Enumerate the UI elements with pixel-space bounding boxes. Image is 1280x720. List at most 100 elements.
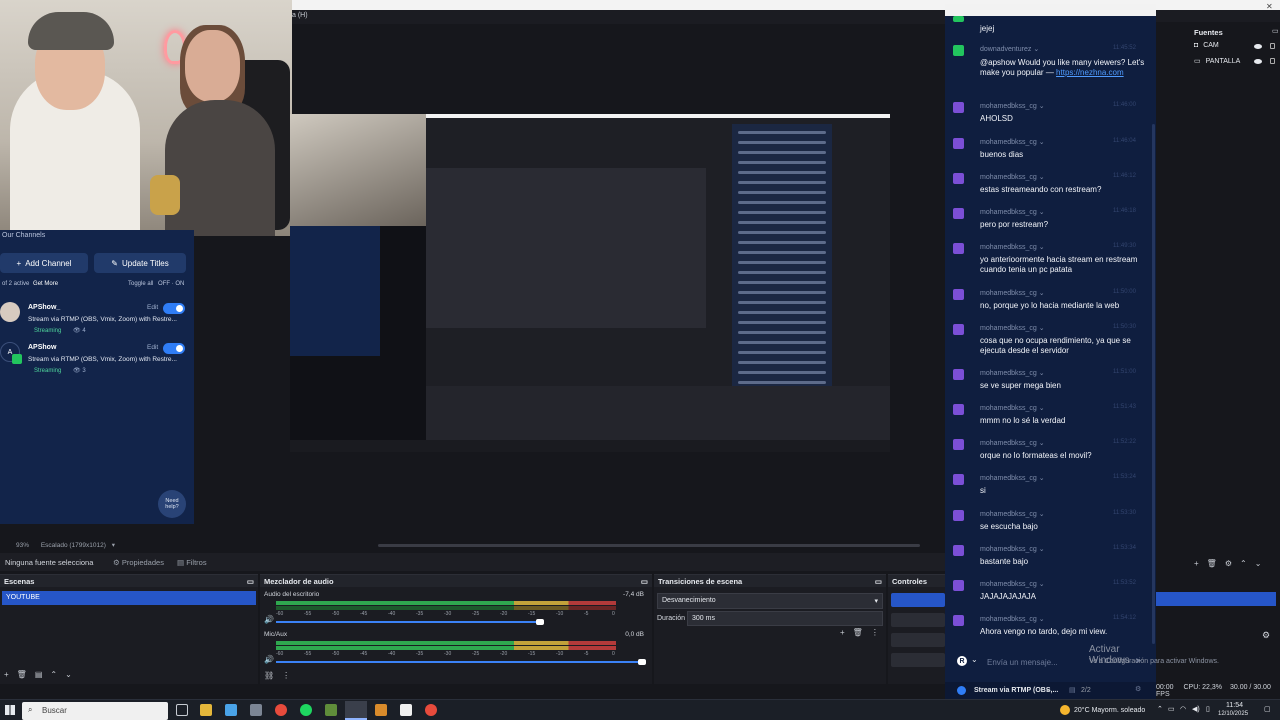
- add-icon[interactable]: +: [4, 670, 9, 679]
- channel-toggle[interactable]: [163, 303, 185, 314]
- calculator-icon[interactable]: [250, 704, 262, 716]
- zoom-label[interactable]: 93%: [16, 542, 29, 549]
- update-titles-button[interactable]: ✎ Update Titles: [94, 253, 186, 273]
- toggle-all[interactable]: Toggle all OFF · ON: [128, 281, 184, 287]
- chevron-up-icon[interactable]: ⌃: [1240, 559, 1247, 568]
- menu-fragment[interactable]: a (H): [292, 12, 308, 19]
- capcut-icon[interactable]: [400, 704, 412, 716]
- app-icon[interactable]: [325, 704, 337, 716]
- virtual-cam-button[interactable]: [891, 633, 945, 647]
- stream-key-button[interactable]: [1156, 592, 1276, 606]
- channel-row[interactable]: A APShow Edit Stream via RTMP (OBS, Vmix…: [0, 342, 194, 380]
- message-user[interactable]: mohamedbkss_cg ⌄: [980, 208, 1045, 216]
- obs-icon[interactable]: [345, 701, 367, 720]
- chat-input[interactable]: Envía un mensaje...: [987, 658, 1058, 667]
- scene-item[interactable]: YOUTUBE: [2, 591, 256, 605]
- record-button[interactable]: [891, 613, 945, 627]
- gear-icon[interactable]: ⚙: [1225, 559, 1232, 568]
- toggle-on[interactable]: ON: [175, 281, 184, 287]
- settings-gear-icon[interactable]: ⚙: [1262, 630, 1270, 641]
- chevron-up-icon[interactable]: ⌃: [50, 670, 57, 679]
- stream-button[interactable]: [891, 593, 945, 607]
- dock-menu-icon[interactable]: ▭: [875, 577, 882, 586]
- channel-toggle[interactable]: [163, 343, 185, 354]
- dock-menu-icon[interactable]: ▭: [1272, 27, 1279, 35]
- dock-menu-icon[interactable]: ▭: [641, 577, 648, 586]
- message-user[interactable]: mohamedbkss_cg ⌄: [980, 615, 1045, 623]
- taskbar-search[interactable]: ⌕ Buscar: [22, 702, 168, 720]
- need-help-button[interactable]: Need help?: [158, 490, 186, 518]
- dock-menu-icon[interactable]: ▭: [247, 577, 254, 586]
- message-user[interactable]: mohamedbkss_cg ⌄: [980, 138, 1045, 146]
- volume-icon[interactable]: 🔊: [264, 615, 274, 624]
- add-icon[interactable]: +: [840, 628, 845, 637]
- message-user[interactable]: mohamedbkss_cg ⌄: [980, 404, 1045, 412]
- weather-text[interactable]: 20°C Mayorm. soleado: [1074, 707, 1145, 714]
- chrome-icon[interactable]: [275, 704, 287, 716]
- chevron-down-icon[interactable]: ▾: [112, 542, 115, 549]
- message-user[interactable]: mohamedbkss_cg ⌄: [980, 545, 1045, 553]
- edit-link[interactable]: Edit: [147, 344, 158, 351]
- duration-input[interactable]: 300 ms: [687, 611, 883, 626]
- source-item[interactable]: ◘ CAM: [1194, 42, 1280, 49]
- spotify-icon[interactable]: [300, 704, 312, 716]
- filters-button[interactable]: ▤ Filtros: [177, 558, 207, 567]
- battery-icon[interactable]: ▯: [1206, 705, 1210, 713]
- lock-icon[interactable]: [1270, 43, 1275, 49]
- volume-icon[interactable]: 🔊: [264, 655, 274, 664]
- wifi-icon[interactable]: ◠: [1180, 705, 1186, 713]
- transition-select[interactable]: Desvanecimiento ▾: [657, 593, 883, 609]
- filter-icon[interactable]: ▤: [35, 670, 43, 679]
- message-user[interactable]: mohamedbkss_cg ⌄: [980, 324, 1045, 332]
- clock-time[interactable]: 11:54: [1226, 702, 1243, 709]
- message-user[interactable]: mohamedbkss_cg ⌄: [980, 510, 1045, 518]
- chrome-icon[interactable]: [425, 704, 437, 716]
- message-user[interactable]: mohamedbkss_cg ⌄: [980, 243, 1045, 251]
- link-icon[interactable]: ⛓: [264, 671, 274, 680]
- task-view-icon[interactable]: [176, 704, 188, 716]
- message-user[interactable]: mohamedbkss_cg ⌄: [980, 439, 1045, 447]
- notifications-icon[interactable]: ▢: [1264, 705, 1271, 713]
- preview-canvas[interactable]: [290, 114, 890, 452]
- chevron-down-icon[interactable]: ⌄: [1045, 685, 1051, 693]
- add-channel-button[interactable]: + Add Channel: [0, 253, 88, 273]
- chevron-down-icon[interactable]: ⌄: [1255, 559, 1262, 568]
- app-icon[interactable]: [375, 704, 387, 716]
- properties-button[interactable]: ⚙ Propiedades: [113, 558, 164, 567]
- visibility-icon[interactable]: [1254, 44, 1262, 49]
- volume-slider[interactable]: [276, 661, 642, 663]
- message-user[interactable]: downadventurez ⌄: [980, 45, 1039, 53]
- lock-icon[interactable]: [1270, 58, 1275, 64]
- message-user[interactable]: mohamedbkss_cg ⌄: [980, 474, 1045, 482]
- trash-icon[interactable]: 🗑: [1207, 559, 1217, 568]
- trash-icon[interactable]: 🗑: [17, 670, 27, 679]
- volume-knob[interactable]: [638, 659, 646, 665]
- file-explorer-icon[interactable]: [200, 704, 212, 716]
- channel-row[interactable]: APShow_ Edit Stream via RTMP (OBS, Vmix,…: [0, 302, 194, 340]
- network-icon[interactable]: ▭: [1168, 705, 1175, 713]
- chat-scrollbar[interactable]: [1152, 124, 1155, 644]
- chevron-down-icon[interactable]: ⌄: [971, 655, 978, 664]
- message-user[interactable]: mohamedbkss_cg ⌄: [980, 173, 1045, 181]
- volume-icon[interactable]: ◀): [1192, 705, 1200, 713]
- gear-icon[interactable]: ⚙: [1135, 685, 1141, 693]
- message-user[interactable]: mohamedbkss_cg ⌄: [980, 580, 1045, 588]
- message-link[interactable]: https://nezhna.com: [1056, 68, 1124, 77]
- more-icon[interactable]: ⋮: [871, 628, 879, 637]
- toggle-off[interactable]: OFF: [158, 281, 170, 287]
- trash-icon[interactable]: 🗑: [853, 628, 863, 637]
- volume-slider[interactable]: [276, 621, 538, 623]
- preview-scrollbar[interactable]: [378, 544, 920, 547]
- edit-link[interactable]: Edit: [147, 304, 158, 311]
- get-more-link[interactable]: Get More: [33, 281, 58, 287]
- close-icon[interactable]: ✕: [1266, 2, 1273, 11]
- source-item[interactable]: ▭ PANTALLA: [1194, 57, 1280, 65]
- mail-icon[interactable]: [225, 704, 237, 716]
- studio-mode-button[interactable]: [891, 653, 945, 667]
- volume-knob[interactable]: [536, 619, 544, 625]
- add-icon[interactable]: +: [1194, 559, 1199, 568]
- message-user[interactable]: mohamedbkss_cg ⌄: [980, 369, 1045, 377]
- clock-date[interactable]: 12/10/2025: [1218, 711, 1248, 717]
- message-user[interactable]: mohamedbkss_cg ⌄: [980, 102, 1045, 110]
- more-icon[interactable]: ⋮: [282, 671, 290, 680]
